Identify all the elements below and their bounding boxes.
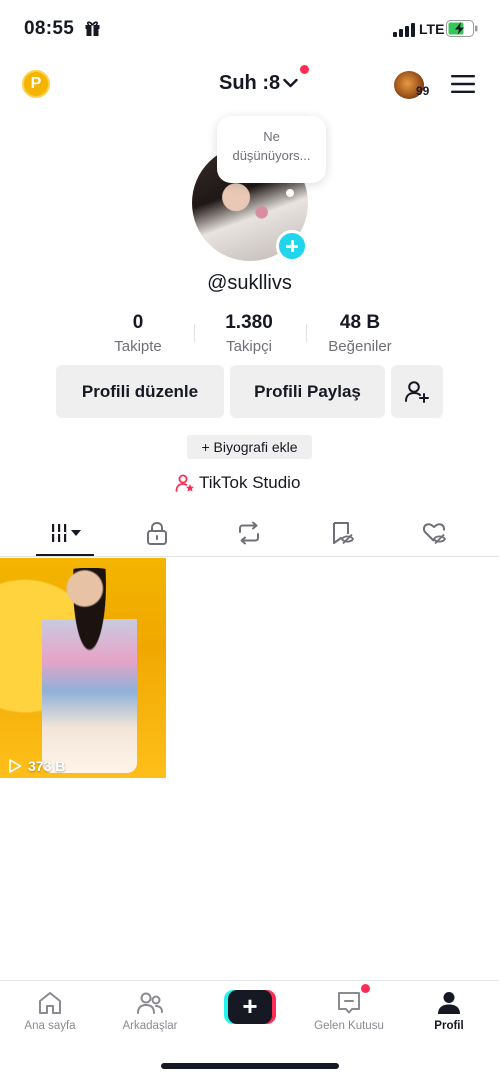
tab-reposts[interactable] <box>229 518 269 548</box>
profile-tabs <box>0 510 499 557</box>
stat-value: 0 <box>132 312 144 333</box>
nav-label: Arkadaşlar <box>122 1020 178 1032</box>
heart-hidden-icon <box>422 523 447 545</box>
video-view-count: 373 B <box>8 758 65 774</box>
tab-private[interactable] <box>137 518 177 548</box>
visitor-count-badge: 99 <box>416 84 430 98</box>
nav-inbox[interactable]: Gelen Kutusu <box>304 989 394 1032</box>
edit-profile-button[interactable]: Profili düzenle <box>56 365 224 418</box>
studio-user-star-icon <box>175 474 194 492</box>
home-indicator <box>161 1063 339 1069</box>
stat-label: Beğeniler <box>328 338 392 355</box>
add-friend-button[interactable] <box>391 365 443 418</box>
status-bar: 08:55 LTE <box>0 0 499 58</box>
friends-icon <box>137 992 163 1014</box>
bookmark-hidden-icon <box>333 522 355 545</box>
tiktok-studio-link[interactable]: TikTok Studio <box>175 472 300 494</box>
tab-liked[interactable] <box>414 518 454 548</box>
thought-bubble-line: düşünüyors... <box>232 148 311 163</box>
thought-bubble-tail <box>286 189 294 197</box>
thought-bubble-line: Ne <box>263 129 280 144</box>
likes-stat[interactable]: 48 B Beğeniler <box>305 312 415 355</box>
chevron-down-icon[interactable] <box>283 77 298 89</box>
stat-value: 48 B <box>339 312 381 333</box>
stat-value: 1.380 <box>225 312 273 333</box>
account-switcher[interactable]: Suh :8 <box>219 72 280 95</box>
gift-icon <box>85 21 100 36</box>
add-photo-button[interactable] <box>276 230 308 262</box>
video-thumbnail[interactable] <box>0 558 166 778</box>
stat-label: Takipte <box>114 338 162 355</box>
add-user-icon <box>405 380 429 403</box>
nav-home[interactable]: Ana sayfa <box>5 989 95 1032</box>
coins-icon[interactable] <box>22 70 50 98</box>
following-stat[interactable]: 0 Takipte <box>83 312 193 355</box>
inbox-notification-dot <box>361 984 370 993</box>
signal-icon <box>393 23 415 37</box>
lock-icon <box>147 521 167 545</box>
menu-icon[interactable] <box>451 74 475 94</box>
stat-label: Takipçi <box>226 338 272 355</box>
active-tab-indicator <box>36 554 94 556</box>
add-bio-button[interactable]: + Biyografi ekle <box>187 435 312 459</box>
grid-filter-icon <box>52 524 81 542</box>
battery-icon <box>446 20 478 37</box>
plus-icon: + <box>228 990 272 1024</box>
thought-bubble[interactable]: Ne düşünüyors... <box>217 116 326 183</box>
profile-icon <box>438 992 460 1014</box>
nav-friends[interactable]: Arkadaşlar <box>105 989 195 1032</box>
nav-profile[interactable]: Profil <box>404 989 494 1032</box>
video-thumbnail-image <box>42 568 137 773</box>
view-count-text: 373 B <box>28 758 66 774</box>
profile-handle: @sukllivs <box>207 272 292 294</box>
create-button[interactable]: + <box>224 990 276 1024</box>
studio-link-label: TikTok Studio <box>199 473 301 492</box>
profile-stats: 0 Takipte 1.380 Takipçi 48 B Beğeniler <box>0 312 499 362</box>
notification-dot <box>300 65 309 74</box>
inbox-icon <box>338 992 360 1014</box>
share-profile-button[interactable]: Profili Paylaş <box>230 365 385 418</box>
tab-favorites[interactable] <box>322 518 362 548</box>
followers-stat[interactable]: 1.380 Takipçi <box>194 312 304 355</box>
tab-videos[interactable] <box>45 518 87 548</box>
status-time: 08:55 <box>24 18 75 39</box>
nav-label: Profil <box>434 1020 464 1032</box>
play-icon <box>9 759 22 773</box>
home-icon <box>39 992 61 1014</box>
top-nav: Suh :8 99 <box>0 62 499 108</box>
repost-icon <box>239 521 259 545</box>
network-label: LTE <box>419 21 445 37</box>
nav-label: Gelen Kutusu <box>314 1020 384 1032</box>
nav-label: Ana sayfa <box>24 1020 76 1032</box>
